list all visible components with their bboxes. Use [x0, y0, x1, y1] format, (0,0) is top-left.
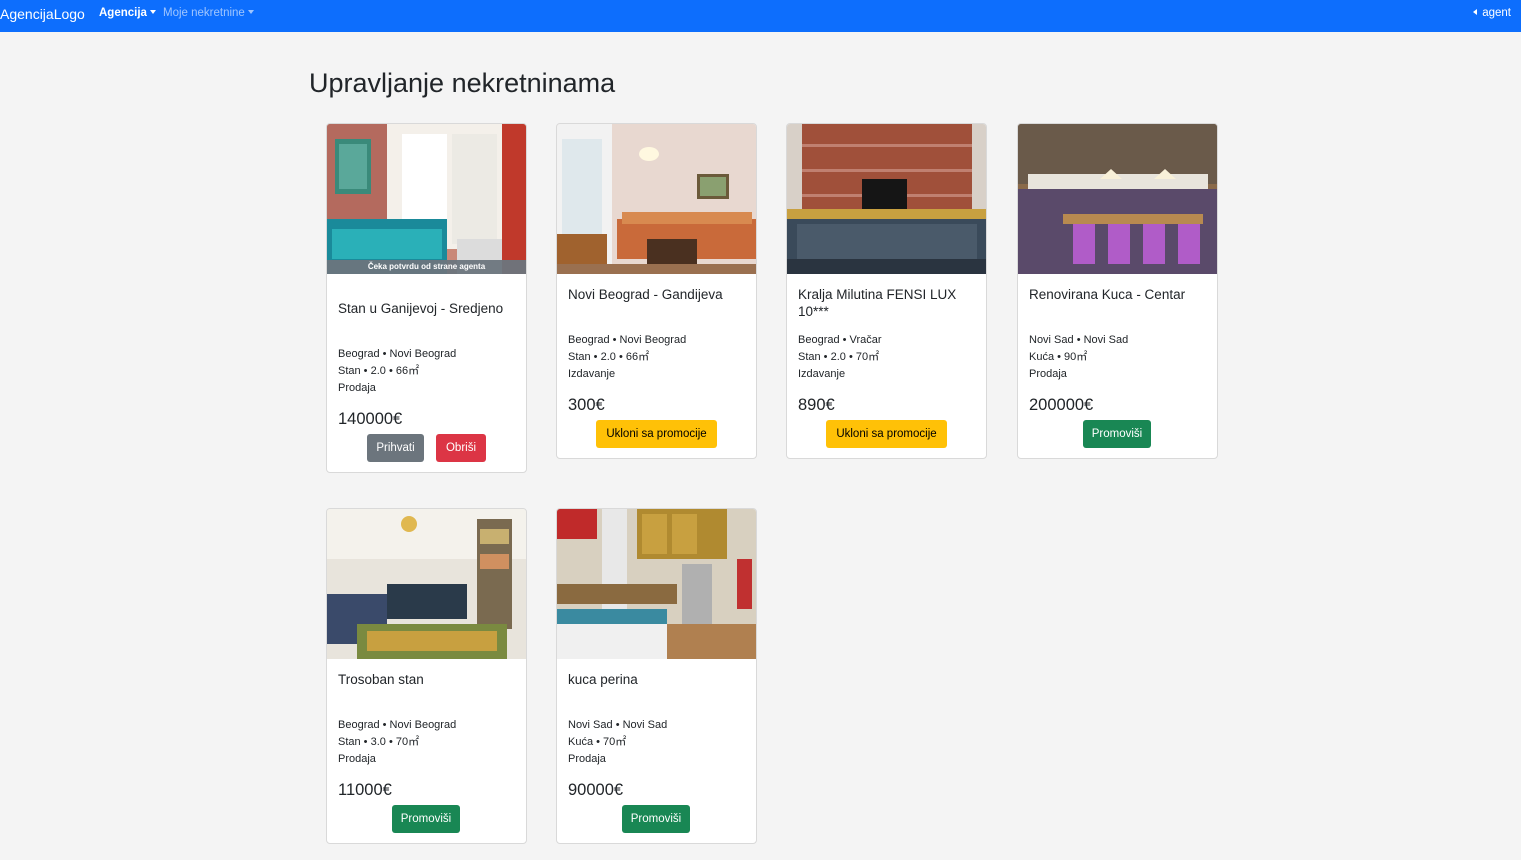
- property-details: Stan • 3.0 • 70㎡: [338, 736, 420, 748]
- property-card: Čeka potvrdu od strane agenta Stan u Gan…: [326, 123, 527, 473]
- promote-button[interactable]: Promoviši: [622, 805, 690, 833]
- delete-button[interactable]: Obriši: [436, 434, 486, 462]
- property-type: Prodaja: [338, 753, 376, 765]
- property-card: Trosoban stan Beograd • Novi Beograd Sta…: [326, 508, 527, 844]
- property-type: Prodaja: [338, 382, 376, 394]
- caret-left-icon: [1473, 9, 1478, 15]
- page-title: Upravljanje nekretninama: [309, 68, 616, 98]
- property-location: Novi Sad • Novi Sad: [1029, 334, 1129, 346]
- navbar: AgencijaLogo Agencija Moje nekretnine ag…: [0, 0, 1521, 32]
- nav-menu-moje-nekretnine[interactable]: Moje nekretnine: [163, 7, 254, 19]
- property-image[interactable]: [787, 124, 986, 274]
- property-price: 890€: [798, 396, 835, 414]
- property-title: Renovirana Kuca - Centar: [1029, 287, 1186, 302]
- nav-menu-agencija[interactable]: Agencija: [99, 7, 156, 19]
- property-price: 300€: [568, 396, 605, 414]
- property-title: Trosoban stan: [338, 672, 424, 687]
- property-card: Renovirana Kuca - Centar Novi Sad • Novi…: [1017, 123, 1218, 459]
- property-title: Kralja Milutina FENSI LUX 10***: [798, 287, 957, 319]
- property-details: Kuća • 70㎡: [568, 736, 627, 748]
- property-location: Beograd • Novi Beograd: [338, 719, 457, 731]
- remove-promotion-button[interactable]: Ukloni sa promocije: [596, 420, 717, 448]
- property-price: 200000€: [1029, 396, 1094, 414]
- property-price: 140000€: [338, 410, 403, 428]
- property-card: Kralja Milutina FENSI LUX 10*** Beograd …: [786, 123, 987, 459]
- user-name: agent: [1482, 7, 1511, 19]
- user-menu[interactable]: agent: [1473, 7, 1511, 19]
- promote-button[interactable]: Promoviši: [392, 805, 460, 833]
- nav-menu-agencija-label: Agencija: [99, 7, 147, 19]
- nav-menu-moje-label: Moje nekretnine: [163, 7, 245, 19]
- property-title: Stan u Ganijevoj - Sredjeno: [338, 301, 504, 316]
- property-type: Izdavanje: [798, 368, 846, 380]
- property-details: Stan • 2.0 • 66㎡: [568, 351, 650, 363]
- property-image[interactable]: [557, 124, 756, 274]
- property-image[interactable]: [1018, 124, 1217, 274]
- property-image[interactable]: [327, 509, 526, 659]
- property-title: kuca perina: [568, 672, 638, 687]
- property-image[interactable]: Čeka potvrdu od strane agenta: [327, 124, 526, 274]
- property-image[interactable]: [557, 509, 756, 659]
- property-type: Prodaja: [1029, 368, 1067, 380]
- brand-logo[interactable]: AgencijaLogo: [0, 6, 85, 22]
- property-card: Novi Beograd - Gandijeva Beograd • Novi …: [556, 123, 757, 459]
- property-location: Beograd • Novi Beograd: [338, 348, 457, 360]
- property-location: Novi Sad • Novi Sad: [568, 719, 668, 731]
- property-card: kuca perina Novi Sad • Novi Sad Kuća • 7…: [556, 508, 757, 844]
- caret-down-icon: [149, 10, 156, 14]
- promote-button[interactable]: Promoviši: [1083, 420, 1151, 448]
- property-location: Beograd • Novi Beograd: [568, 334, 687, 346]
- property-title: Novi Beograd - Gandijeva: [568, 287, 723, 302]
- status-badge: Čeka potvrdu od strane agenta: [327, 260, 526, 274]
- caret-down-icon: [247, 10, 254, 14]
- remove-promotion-button[interactable]: Ukloni sa promocije: [826, 420, 947, 448]
- property-type: Prodaja: [568, 753, 606, 765]
- property-price: 90000€: [568, 781, 624, 799]
- property-details: Kuća • 90㎡: [1029, 351, 1088, 363]
- property-location: Beograd • Vračar: [798, 334, 882, 346]
- accept-button[interactable]: Prihvati: [367, 434, 424, 462]
- property-type: Izdavanje: [568, 368, 616, 380]
- property-details: Stan • 2.0 • 66㎡: [338, 365, 420, 377]
- property-price: 11000€: [338, 781, 392, 799]
- property-details: Stan • 2.0 • 70㎡: [798, 351, 880, 363]
